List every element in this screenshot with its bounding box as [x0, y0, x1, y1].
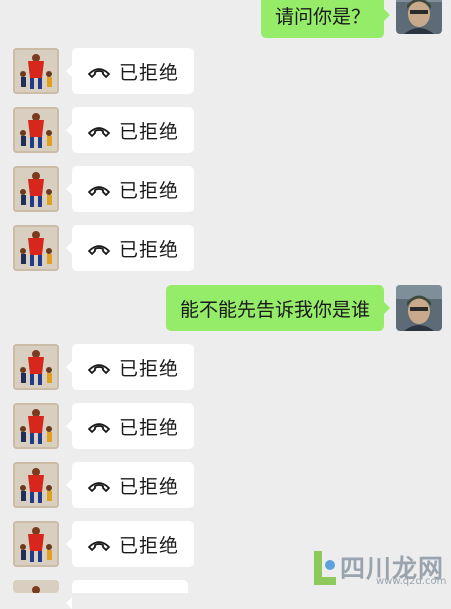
contact-avatar[interactable]	[13, 580, 59, 593]
avatar-image	[13, 48, 59, 94]
avatar-image	[13, 166, 59, 212]
call-record-bubble[interactable]: 已拒绝	[65, 107, 195, 153]
watermark-logo-icon	[314, 551, 336, 585]
call-record-bubble[interactable]: 已拒绝	[65, 344, 195, 390]
avatar-image	[13, 403, 59, 449]
contact-avatar[interactable]	[13, 344, 59, 390]
call-record-bubble[interactable]: 已拒绝	[65, 225, 195, 271]
avatar-photo	[396, 0, 442, 34]
call-status-text: 已拒绝	[119, 238, 180, 261]
call-status-text: 已拒绝	[119, 416, 180, 439]
avatar-image	[13, 521, 59, 567]
contact-avatar[interactable]	[13, 48, 59, 94]
call-record-bubble[interactable]: 已拒绝	[65, 403, 195, 449]
call-record-bubble[interactable]: 已拒绝	[65, 462, 195, 508]
contact-avatar[interactable]	[13, 521, 59, 567]
avatar-image	[13, 580, 59, 593]
contact-avatar[interactable]	[13, 225, 59, 271]
my-avatar[interactable]	[396, 285, 442, 331]
contact-avatar[interactable]	[13, 107, 59, 153]
hangup-phone-icon	[88, 364, 110, 374]
call-status-text: 已拒绝	[119, 475, 180, 498]
contact-avatar[interactable]	[13, 166, 59, 212]
avatar-image	[13, 462, 59, 508]
message-text: 能不能先告诉我你是谁	[179, 298, 370, 321]
hangup-phone-icon	[88, 482, 110, 492]
my-avatar[interactable]	[396, 0, 442, 34]
contact-avatar[interactable]	[13, 403, 59, 449]
call-status-text: 已拒绝	[119, 534, 180, 557]
call-status-text: 已拒绝	[119, 179, 180, 202]
avatar-image	[13, 107, 59, 153]
avatar-image	[13, 344, 59, 390]
hangup-phone-icon	[88, 541, 110, 551]
hangup-phone-icon	[88, 186, 110, 196]
call-record-bubble[interactable]: 已拒绝	[65, 521, 195, 567]
call-status-text: 已拒绝	[119, 357, 180, 380]
message-bubble[interactable]: 能不能先告诉我你是谁	[165, 285, 391, 331]
call-record-bubble[interactable]: 已拒绝	[65, 166, 195, 212]
avatar-photo	[396, 285, 442, 331]
hangup-phone-icon	[88, 68, 110, 78]
contact-avatar[interactable]	[13, 462, 59, 508]
hangup-phone-icon	[88, 245, 110, 255]
hangup-phone-icon	[88, 423, 110, 433]
call-record-bubble[interactable]: 已拒绝	[65, 48, 195, 94]
hangup-phone-icon	[88, 127, 110, 137]
call-status-text: 已拒绝	[119, 61, 180, 84]
watermark-url: www.q2d.com	[376, 576, 447, 587]
message-text: 请问你是？	[274, 5, 370, 28]
call-status-text: 已拒绝	[119, 120, 180, 143]
avatar-image	[13, 225, 59, 271]
call-record-bubble[interactable]	[66, 580, 188, 609]
message-bubble[interactable]: 请问你是？	[260, 0, 391, 38]
site-watermark: 四川龙网 www.q2d.com	[310, 545, 451, 593]
